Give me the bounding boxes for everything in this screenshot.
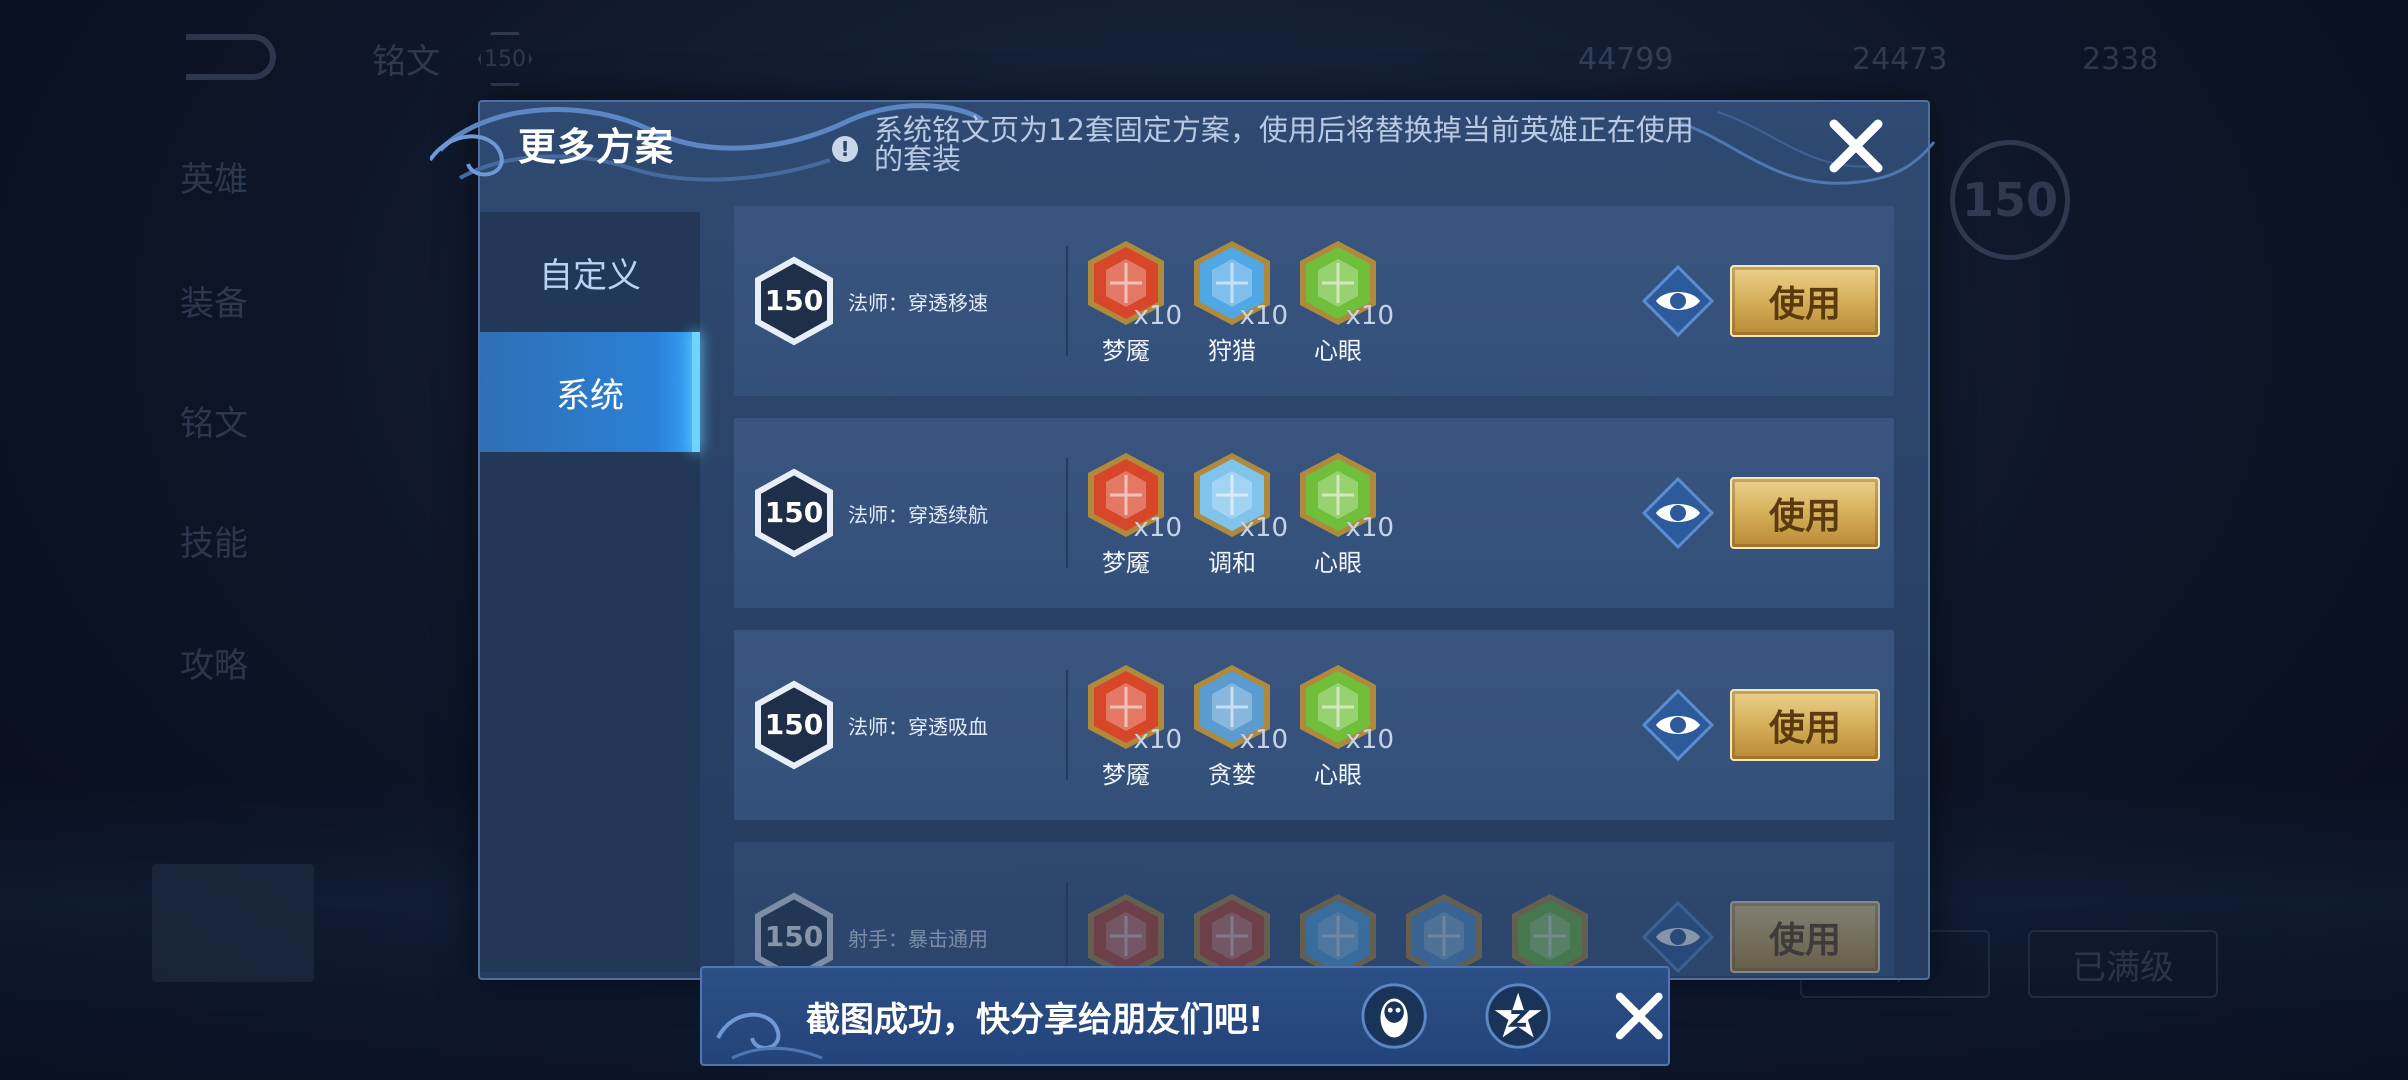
rune-gem-icon	[1512, 894, 1588, 976]
level-badge-icon: 150	[755, 468, 833, 558]
level-badge-icon: 150	[755, 892, 833, 976]
rune-item: x10 贪婪	[1190, 661, 1288, 790]
level-badge-text: 150	[765, 284, 823, 317]
bg-maxed-button: 已满级	[2028, 930, 2218, 998]
preview-eye-icon[interactable]	[1640, 687, 1716, 763]
rune-group: x10 梦魇 x10 贪婪 x10 心眼	[1084, 661, 1394, 790]
scheme-name: 法师：穿透续航	[848, 502, 988, 527]
rune-count: x10	[1345, 300, 1394, 331]
bg-menu-1: 英雄	[180, 160, 248, 200]
rune-item	[1190, 890, 1274, 976]
close-icon[interactable]	[1824, 114, 1888, 178]
rune-count: x10	[1239, 724, 1288, 755]
notice-text: 系统铭文页为12套固定方案，使用后将替换掉当前英雄正在使用的套装	[874, 113, 1694, 176]
screenshot-toast: 截图成功，快分享给朋友们吧!	[700, 966, 1670, 1066]
tab-system[interactable]: 系统	[480, 332, 700, 452]
qzone-star-icon[interactable]	[1485, 982, 1552, 1050]
scheme-row: 150 射手：暴击通用 使用	[734, 842, 1894, 976]
close-icon[interactable]	[1610, 986, 1668, 1046]
rune-item: x10 狩猎	[1190, 237, 1288, 366]
rune-name: 梦魇	[1102, 336, 1150, 365]
row-divider	[1066, 882, 1068, 976]
rune-item	[1084, 890, 1168, 976]
rune-item: x10 心眼	[1296, 661, 1394, 790]
level-badge-icon: 150	[755, 680, 833, 770]
scheme-row: 150 法师：穿透续航 x10 梦魇 x10 调和 x10 心眼 使用	[734, 418, 1894, 608]
rune-count: x10	[1133, 512, 1182, 543]
bg-big-level-badge: 150	[1950, 140, 2070, 260]
rune-name: 心眼	[1314, 336, 1362, 365]
rune-name: 心眼	[1314, 548, 1362, 577]
rune-item	[1508, 890, 1592, 976]
rune-name: 梦魇	[1102, 760, 1150, 789]
bg-stat-2: 24473	[1852, 42, 1948, 77]
rune-count: x10	[1345, 512, 1394, 543]
rune-item: x10 调和	[1190, 449, 1288, 578]
row-divider	[1066, 670, 1068, 780]
rune-item	[1402, 890, 1486, 976]
rune-group: x10 梦魇 x10 狩猎 x10 心眼	[1084, 237, 1394, 366]
bg-menu-2: 装备	[180, 284, 248, 324]
scheme-tabs: 自定义 系统	[480, 212, 700, 972]
rune-group: x10 梦魇 x10 调和 x10 心眼	[1084, 449, 1394, 578]
modal-title: 更多方案	[518, 125, 675, 169]
rune-item: x10 心眼	[1296, 449, 1394, 578]
rune-gem-icon	[1088, 894, 1164, 976]
bg-hero-thumbnail	[152, 864, 314, 982]
rune-name: 梦魇	[1102, 548, 1150, 577]
toast-text: 截图成功，快分享给朋友们吧!	[806, 999, 1264, 1040]
scheme-row: 150 法师：穿透移速 x10 梦魇 x10 狩猎 x10 心眼 使用	[734, 206, 1894, 396]
rune-gem-icon	[1300, 894, 1376, 976]
level-badge-text: 150	[765, 920, 823, 953]
rune-name: 调和	[1208, 548, 1256, 577]
bg-stat-3: 2338	[2082, 42, 2159, 77]
exclamation-icon: !	[832, 136, 858, 162]
level-badge-text: 150	[765, 496, 823, 529]
preview-eye-icon[interactable]	[1640, 263, 1716, 339]
rune-name: 心眼	[1314, 760, 1362, 789]
rune-gem-icon	[1194, 894, 1270, 976]
rune-item: x10 心眼	[1296, 237, 1394, 366]
use-button[interactable]: 使用	[1730, 477, 1880, 549]
rune-item	[1296, 890, 1380, 976]
level-badge-text: 150	[765, 708, 823, 741]
scheme-list[interactable]: 150 法师：穿透移速 x10 梦魇 x10 狩猎 x10 心眼 使用 150 …	[734, 206, 1894, 976]
rune-count: x10	[1133, 724, 1182, 755]
preview-eye-icon[interactable]	[1640, 899, 1716, 975]
rune-item: x10 梦魇	[1084, 237, 1182, 366]
rune-item: x10 梦魇	[1084, 661, 1182, 790]
rune-count: x10	[1239, 512, 1288, 543]
use-button[interactable]: 使用	[1730, 689, 1880, 761]
scheme-name: 法师：穿透移速	[848, 290, 988, 315]
rune-gem-icon	[1406, 894, 1482, 976]
bg-title: 铭文	[372, 42, 440, 82]
rune-name: 贪婪	[1208, 760, 1256, 789]
use-button[interactable]: 使用	[1730, 901, 1880, 973]
notice: ! 系统铭文页为12套固定方案，使用后将替换掉当前英雄正在使用的套装	[832, 116, 1712, 174]
bg-menu-3: 铭文	[180, 404, 248, 444]
rune-count: x10	[1133, 300, 1182, 331]
bg-stat-1: 44799	[1578, 42, 1674, 77]
rune-count: x10	[1239, 300, 1288, 331]
bg-menu-5: 攻略	[180, 646, 248, 686]
rune-item: x10 梦魇	[1084, 449, 1182, 578]
qq-penguin-icon[interactable]	[1361, 982, 1427, 1050]
preview-eye-icon[interactable]	[1640, 475, 1716, 551]
level-badge-icon: 150	[755, 256, 833, 346]
rune-name: 狩猎	[1208, 336, 1256, 365]
row-divider	[1066, 246, 1068, 356]
bg-level-badge: 150	[478, 32, 532, 86]
scheme-row: 150 法师：穿透吸血 x10 梦魇 x10 贪婪 x10 心眼 使用	[734, 630, 1894, 820]
bg-menu-4: 技能	[180, 524, 248, 564]
tab-custom[interactable]: 自定义	[480, 212, 700, 332]
more-schemes-modal: 更多方案 ! 系统铭文页为12套固定方案，使用后将替换掉当前英雄正在使用的套装 …	[430, 100, 1936, 980]
rune-group	[1084, 890, 1592, 976]
back-arrow-icon	[186, 34, 276, 80]
scheme-name: 法师：穿透吸血	[848, 714, 988, 739]
scheme-name: 射手：暴击通用	[848, 926, 988, 951]
use-button[interactable]: 使用	[1730, 265, 1880, 337]
row-divider	[1066, 458, 1068, 568]
rune-count: x10	[1345, 724, 1394, 755]
